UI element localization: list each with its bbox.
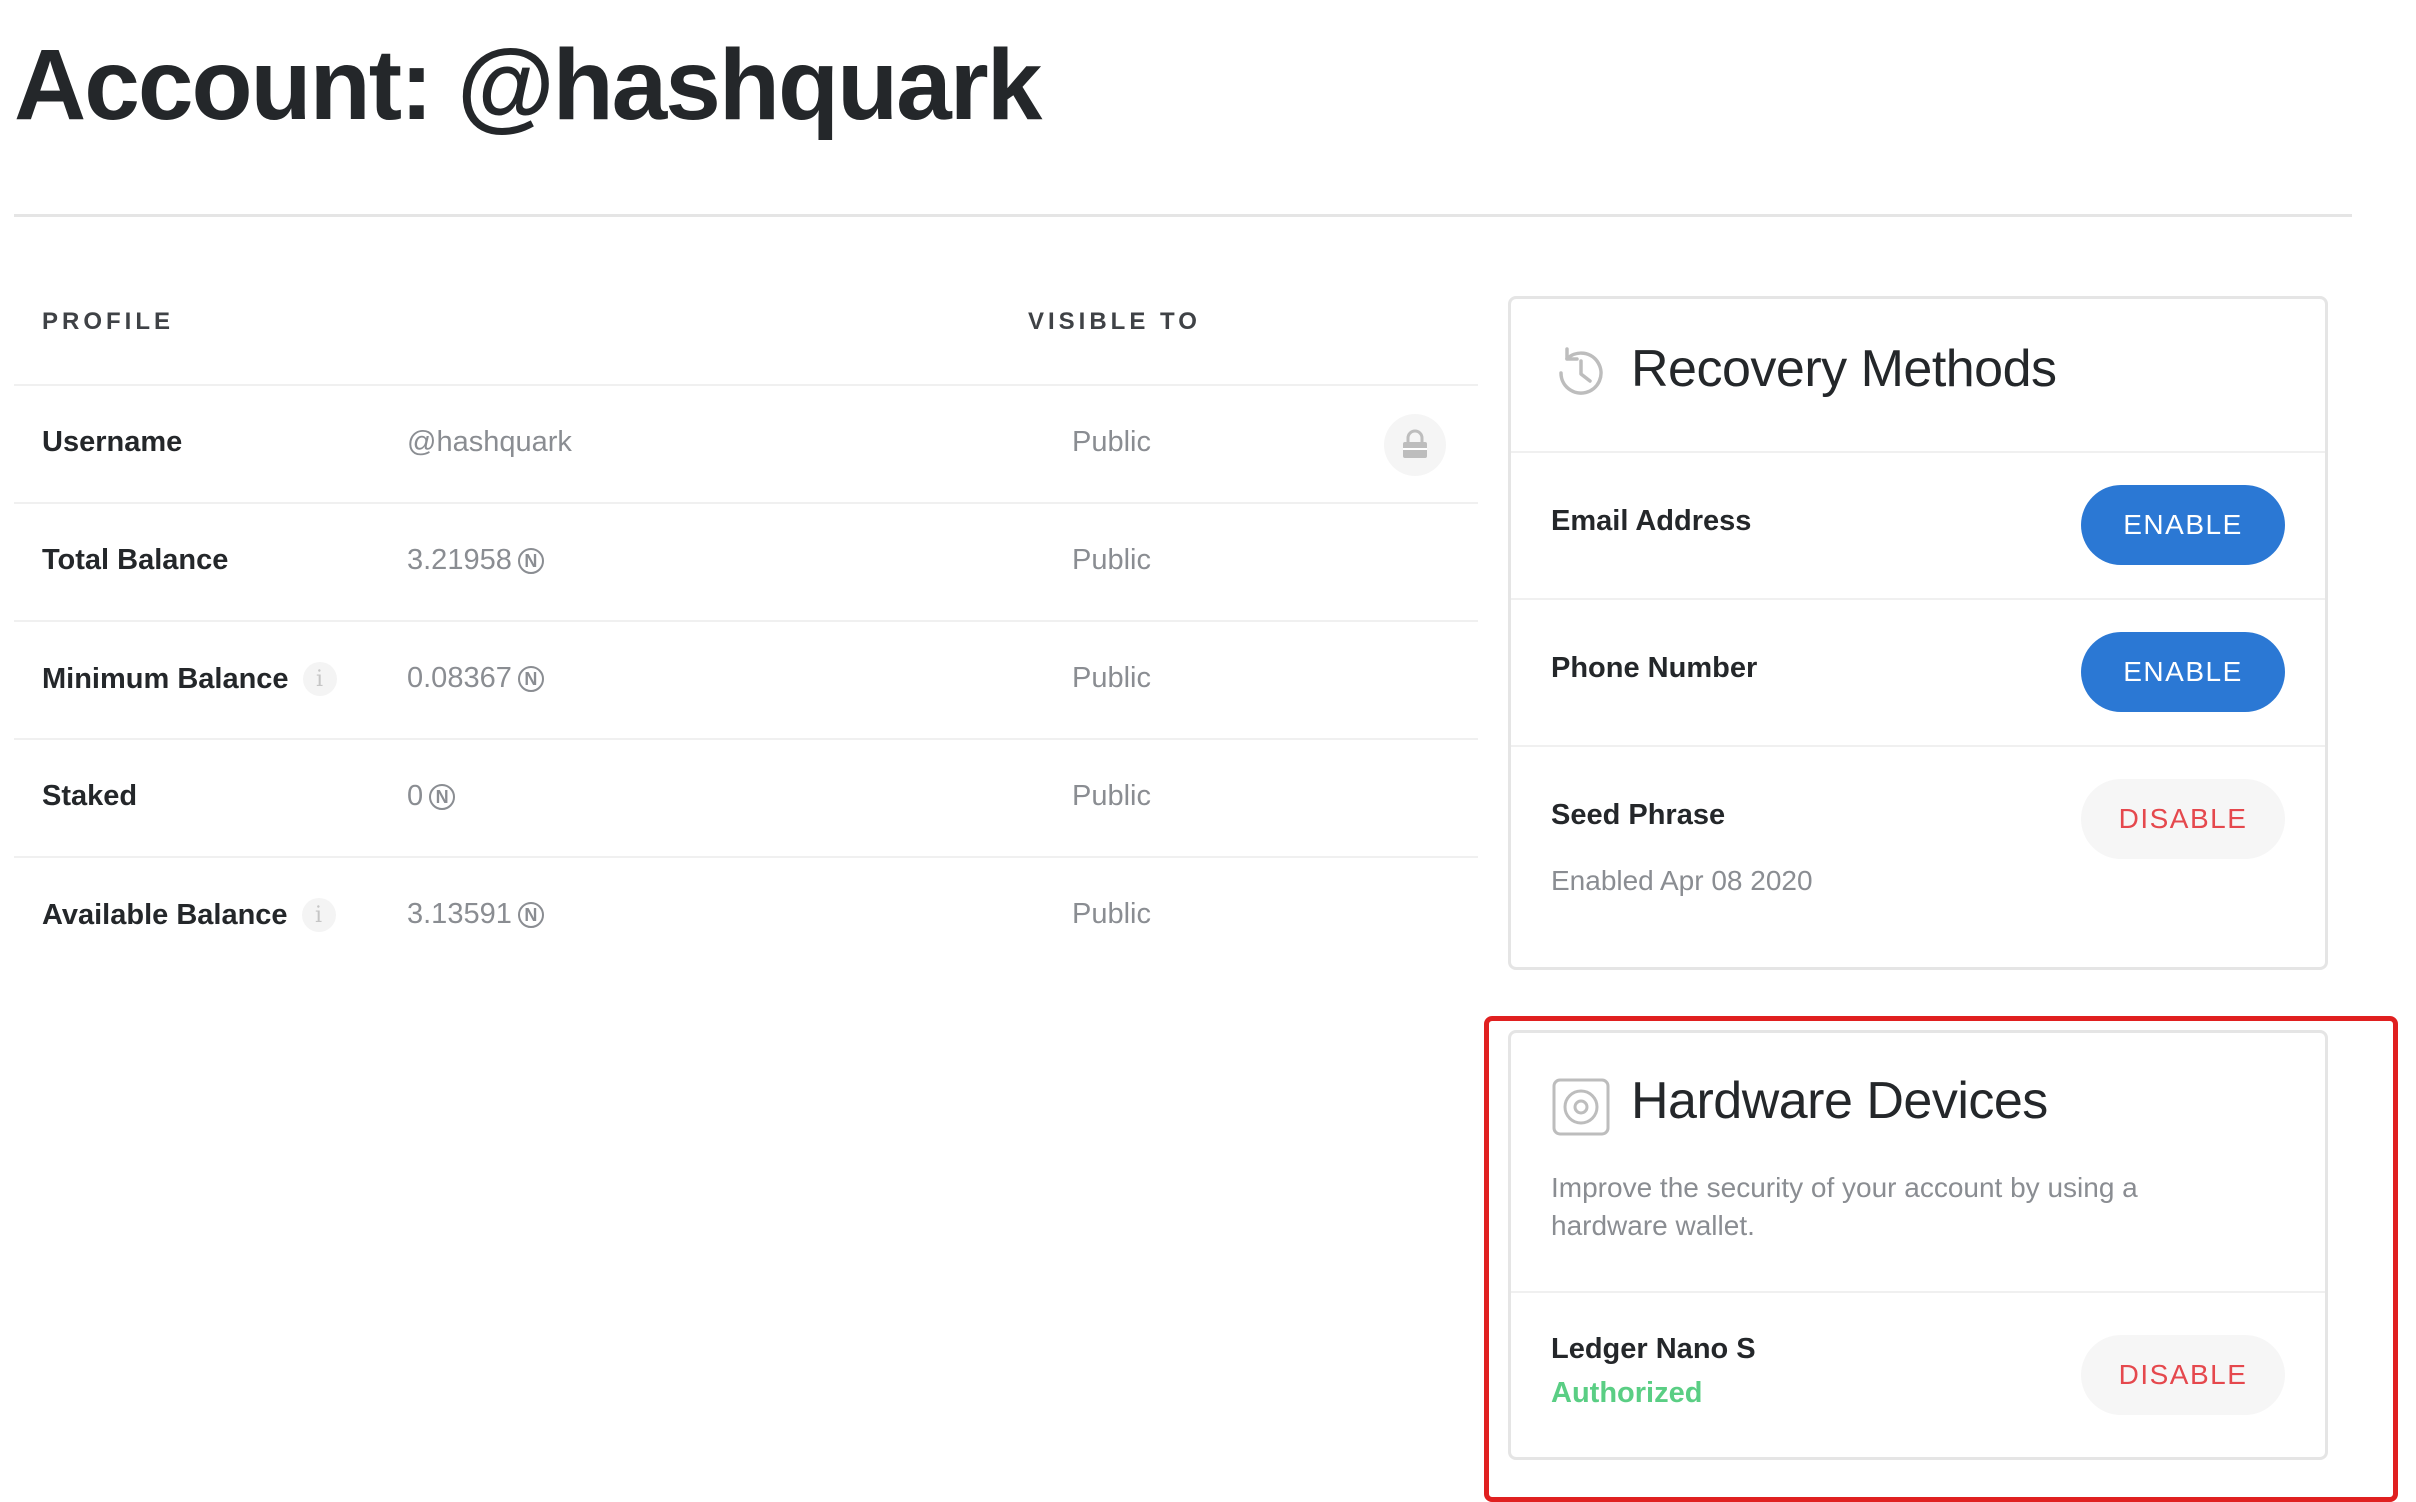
profile-row-available-balance: Available Balance i 3.13591 N Public xyxy=(14,858,1478,974)
recovery-method-phone: Phone Number ENABLE xyxy=(1511,600,2325,747)
profile-table: PROFILE VISIBLE TO Username @hashquark P… xyxy=(14,280,1478,974)
profile-row-staked: Staked 0 N Public xyxy=(14,740,1478,858)
staked-visibility: Public xyxy=(1072,780,1151,812)
recovery-methods-card: Recovery Methods Email Address ENABLE Ph… xyxy=(1508,296,2328,970)
near-token-icon: N xyxy=(429,783,456,810)
device-name: Ledger Nano S xyxy=(1551,1333,1756,1365)
staked-amount: 0 xyxy=(407,780,424,812)
recovery-method-email: Email Address ENABLE xyxy=(1511,453,2325,600)
available-balance-value: 3.13591 N xyxy=(407,898,544,931)
hardware-devices-description: Improve the security of your account by … xyxy=(1551,1172,2138,1241)
hardware-device-row: Ledger Nano S Authorized DISABLE xyxy=(1511,1293,2325,1459)
profile-row-minimum-balance: Minimum Balance i 0.08367 N Public xyxy=(14,622,1478,740)
hardware-devices-title: Hardware Devices xyxy=(1631,1072,2048,1130)
profile-column-header: PROFILE xyxy=(42,308,175,335)
minimum-balance-label: Minimum Balance xyxy=(42,662,289,695)
disable-ledger-button[interactable]: DISABLE xyxy=(2081,1335,2285,1415)
enable-phone-button[interactable]: ENABLE xyxy=(2081,632,2285,712)
disable-seed-phrase-button[interactable]: DISABLE xyxy=(2081,779,2285,859)
row-label: Total Balance xyxy=(42,544,228,577)
page-title: Account: @hashquark xyxy=(14,29,1042,141)
title-divider xyxy=(14,214,2352,217)
minimum-balance-visibility: Public xyxy=(1072,662,1151,694)
staked-value: 0 N xyxy=(407,780,456,813)
seed-phrase-enabled-date: Enabled Apr 08 2020 xyxy=(1551,865,1813,896)
visible-to-column-header: VISIBLE TO xyxy=(1028,308,1201,335)
minimum-balance-amount: 0.08367 xyxy=(407,662,512,694)
available-balance-label: Available Balance xyxy=(42,898,288,931)
near-token-icon: N xyxy=(517,901,544,928)
available-balance-amount: 3.13591 xyxy=(407,898,512,930)
total-balance-value: 3.21958 N xyxy=(407,544,544,577)
username-visibility: Public xyxy=(1072,426,1151,458)
row-label: Minimum Balance i xyxy=(42,662,337,696)
lock-icon xyxy=(1403,429,1427,458)
near-token-icon: N xyxy=(517,547,544,574)
minimum-balance-value: 0.08367 N xyxy=(407,662,544,695)
recovery-card-header: Recovery Methods xyxy=(1511,299,2325,453)
seed-phrase-label: Seed Phrase xyxy=(1551,799,1726,831)
row-label: Available Balance i xyxy=(42,898,336,932)
username-label: Username xyxy=(42,426,183,458)
lock-button[interactable] xyxy=(1384,414,1446,476)
profile-row-total-balance: Total Balance 3.21958 N Public xyxy=(14,504,1478,622)
hardware-devices-card: Hardware Devices Improve the security of… xyxy=(1508,1030,2328,1460)
near-token-icon: N xyxy=(517,665,544,692)
history-icon xyxy=(1559,347,1603,395)
total-balance-visibility: Public xyxy=(1072,544,1151,576)
profile-row-username: Username @hashquark Public xyxy=(14,386,1478,504)
recovery-methods-title: Recovery Methods xyxy=(1631,340,2057,398)
row-label: Staked xyxy=(42,780,137,813)
staked-label: Staked xyxy=(42,780,138,812)
enable-email-button[interactable]: ENABLE xyxy=(2081,485,2285,565)
total-balance-label: Total Balance xyxy=(42,544,229,576)
email-address-label: Email Address xyxy=(1551,505,1752,537)
hardware-device-icon xyxy=(1552,1078,1610,1136)
row-label: Username xyxy=(42,426,182,459)
total-balance-amount: 3.21958 xyxy=(407,544,512,576)
info-icon[interactable]: i xyxy=(302,662,337,696)
recovery-method-seed-phrase: Seed Phrase DISABLE Enabled Apr 08 2020 xyxy=(1511,747,2325,896)
hardware-card-header: Hardware Devices Improve the security of… xyxy=(1511,1033,2325,1293)
available-balance-visibility: Public xyxy=(1072,898,1151,930)
device-status: Authorized xyxy=(1551,1377,1703,1409)
username-value: @hashquark xyxy=(407,426,572,458)
phone-number-label: Phone Number xyxy=(1551,652,1758,684)
info-icon[interactable]: i xyxy=(301,898,336,932)
profile-table-header: PROFILE VISIBLE TO xyxy=(14,280,1478,386)
